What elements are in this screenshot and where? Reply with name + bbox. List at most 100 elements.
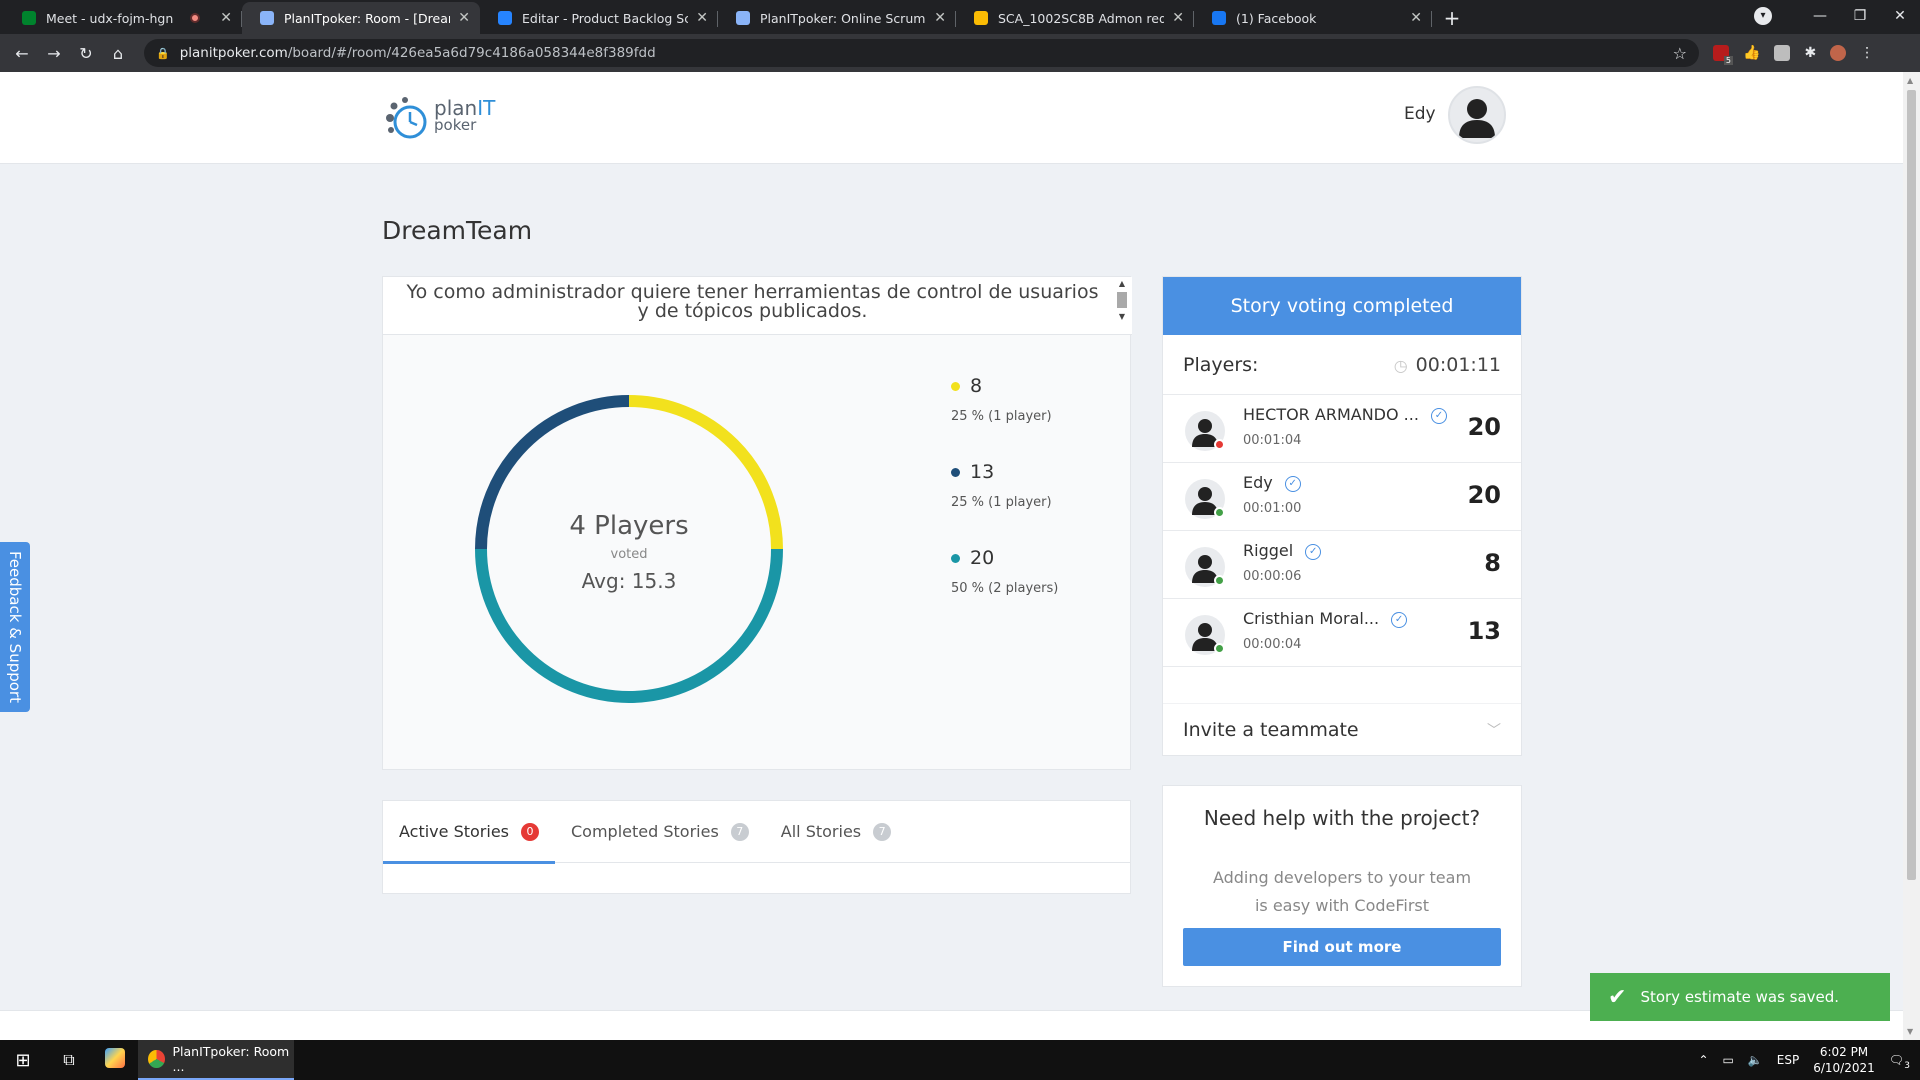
- help-line-1: Adding developers to your team: [1212, 868, 1472, 887]
- browser-tab[interactable]: Editar - Product Backlog Scrum - ✕: [480, 2, 718, 34]
- invite-teammate-label: Invite a teammate: [1183, 718, 1359, 741]
- restore-button[interactable]: ❐: [1840, 8, 1880, 24]
- tab-title: Editar - Product Backlog Scrum -: [522, 10, 689, 26]
- tab-close-icon[interactable]: ✕: [220, 10, 232, 26]
- player-status-dot: [1214, 575, 1225, 586]
- profile-avatar-icon[interactable]: [1830, 45, 1847, 61]
- address-bar[interactable]: 🔒 planitpoker.com/board/#/room/426ea5a6d…: [144, 39, 1699, 67]
- extensions-area: 5 👍 ✱ ⋮: [1713, 45, 1874, 65]
- clock-icon: ◷: [1393, 355, 1408, 375]
- tab-search-icon[interactable]: ▾: [1754, 7, 1772, 25]
- tab-close-icon[interactable]: ✕: [458, 10, 470, 26]
- volume-icon[interactable]: 🔈: [1748, 1053, 1763, 1067]
- player-vote-time: 00:00:04: [1243, 637, 1302, 652]
- user-name[interactable]: Edy: [1404, 104, 1436, 124]
- scroll-down-arrow-icon[interactable]: ▼: [1907, 1027, 1913, 1036]
- stories-count-badge: 0: [521, 822, 539, 841]
- voting-status-banner: Story voting completed: [1163, 277, 1521, 335]
- pinned-app-icon[interactable]: [92, 1048, 138, 1072]
- tab-close-icon[interactable]: ✕: [696, 10, 708, 26]
- browser-tab-strip: Meet - udx-fojm-hgn ✕ PlanITpoker: Room …: [0, 0, 1920, 34]
- stories-count-badge: 7: [730, 822, 749, 841]
- timer-value: 00:01:11: [1415, 353, 1501, 376]
- player-status-dot: [1214, 643, 1225, 654]
- tab-close-icon[interactable]: ✕: [1172, 10, 1184, 26]
- story-scrollbar[interactable]: ▲ ▼: [1116, 279, 1128, 333]
- player-name-line: Edy ✓: [1243, 473, 1301, 492]
- player-vote: 20: [1467, 481, 1501, 509]
- donut-center: 4 Players voted Avg: 15.3: [471, 391, 787, 707]
- minimize-button[interactable]: —: [1800, 8, 1840, 24]
- stories-tab[interactable]: All Stories 7: [779, 801, 893, 863]
- scrollbar-thumb[interactable]: [1907, 90, 1916, 880]
- player-vote: 20: [1467, 413, 1501, 441]
- reload-button[interactable]: ↻: [70, 44, 102, 63]
- user-avatar[interactable]: [1448, 86, 1506, 144]
- help-card: Need help with the project? Adding devel…: [1162, 785, 1522, 987]
- tab-favicon-icon: [974, 11, 988, 25]
- tab-title: Meet - udx-fojm-hgn: [46, 10, 174, 26]
- legend-item: 20 50 % (2 players): [951, 547, 1111, 596]
- player-name-line: Cristhian Moral... ✓: [1243, 609, 1408, 628]
- screenshot-extension-icon[interactable]: [1774, 45, 1791, 61]
- room-title: DreamTeam: [382, 216, 533, 245]
- close-window-button[interactable]: ✕: [1880, 8, 1920, 24]
- browser-tab[interactable]: PlanITpoker: Online Scrum planni ✕: [718, 2, 956, 34]
- thumbs-up-extension-icon[interactable]: 👍: [1743, 45, 1760, 61]
- tray-chevron-up-icon[interactable]: ⌃: [1698, 1053, 1708, 1067]
- forward-button[interactable]: →: [38, 44, 70, 63]
- page-scrollbar[interactable]: ▲ ▼: [1903, 72, 1920, 1040]
- legend-item: 8 25 % (1 player): [951, 375, 1111, 424]
- find-out-more-button[interactable]: Find out more: [1183, 928, 1501, 966]
- stories-tab-label: Completed Stories: [571, 822, 719, 841]
- puzzle-extensions-icon[interactable]: ✱: [1804, 45, 1816, 61]
- story-card: Yo como administrador quiere tener herra…: [382, 276, 1132, 770]
- feedback-support-tab[interactable]: Feedback & Support: [0, 542, 30, 712]
- players-header: Players: ◷ 00:01:11: [1163, 335, 1521, 395]
- player-vote-time: 00:01:00: [1243, 501, 1302, 516]
- browser-tab[interactable]: (1) Facebook ✕: [1194, 2, 1432, 34]
- player-row: Edy ✓ 00:01:00 20: [1163, 463, 1521, 531]
- player-list: HECTOR ARMANDO ... ✓ 00:01:04 20 Edy ✓ 00:…: [1163, 395, 1521, 667]
- players-voted-count: 4 Players: [569, 511, 689, 541]
- home-button[interactable]: ⌂: [102, 44, 134, 63]
- browser-tab[interactable]: PlanITpoker: Room - [DreamTeam ✕: [242, 2, 480, 34]
- language-indicator[interactable]: ESP: [1777, 1053, 1799, 1067]
- legend-value: 13: [970, 461, 995, 483]
- legend-dot: [951, 553, 960, 563]
- new-tab-button[interactable]: +: [1438, 4, 1466, 32]
- stories-tab[interactable]: Active Stories 0: [383, 801, 555, 864]
- tab-favicon-icon: [498, 11, 512, 25]
- tab-close-icon[interactable]: ✕: [934, 10, 946, 26]
- planitpoker-logo[interactable]: planIT poker: [382, 94, 502, 144]
- taskbar-clock[interactable]: 6:02 PM 6/10/2021: [1813, 1044, 1875, 1076]
- voted-check-icon: ✓: [1305, 543, 1322, 560]
- stories-tab[interactable]: Completed Stories 7: [569, 801, 751, 863]
- legend-percent: 25 % (1 player): [951, 409, 1052, 424]
- tab-close-icon[interactable]: ✕: [1410, 10, 1422, 26]
- invite-teammate-toggle[interactable]: Invite a teammate ﹀: [1163, 703, 1521, 755]
- notifications-icon[interactable]: 🗨 3: [1889, 1053, 1910, 1071]
- task-view-icon[interactable]: ⧉: [46, 1050, 92, 1070]
- current-story-text: Yo como administrador quiere tener herra…: [383, 277, 1132, 335]
- toast-notification[interactable]: ✔ Story estimate was saved.: [1590, 973, 1890, 1021]
- lock-icon[interactable]: 🔒: [156, 47, 170, 60]
- bookmark-star-icon[interactable]: ☆: [1673, 44, 1687, 63]
- player-name: Cristhian Moral...: [1243, 609, 1380, 628]
- windows-start-icon[interactable]: ⊞: [0, 1050, 46, 1071]
- scroll-up-arrow-icon[interactable]: ▲: [1907, 76, 1913, 85]
- stories-tabs-card: Active Stories 0 Completed Stories 7 All Sto…: [382, 800, 1131, 894]
- browser-tab[interactable]: SCA_1002SC8B Admon redes16_ ✕: [956, 2, 1194, 34]
- network-icon[interactable]: ▭: [1723, 1053, 1734, 1067]
- browser-tab[interactable]: Meet - udx-fojm-hgn ✕: [4, 2, 242, 34]
- legend-percent: 25 % (1 player): [951, 495, 1052, 510]
- chrome-taskbar-button[interactable]: PlanITpoker: Room ...: [138, 1040, 294, 1080]
- chrome-menu-icon[interactable]: ⋮: [1860, 45, 1874, 61]
- back-button[interactable]: ←: [6, 44, 38, 63]
- player-vote-time: 00:01:04: [1243, 433, 1302, 448]
- ublock-extension-icon[interactable]: 5: [1713, 45, 1733, 65]
- help-title: Need help with the project?: [1203, 806, 1481, 830]
- user-silhouette-icon: [1459, 99, 1495, 138]
- tab-title: (1) Facebook: [1236, 10, 1317, 26]
- voting-panel: Story voting completed Players: ◷ 00:01:1…: [1162, 276, 1522, 756]
